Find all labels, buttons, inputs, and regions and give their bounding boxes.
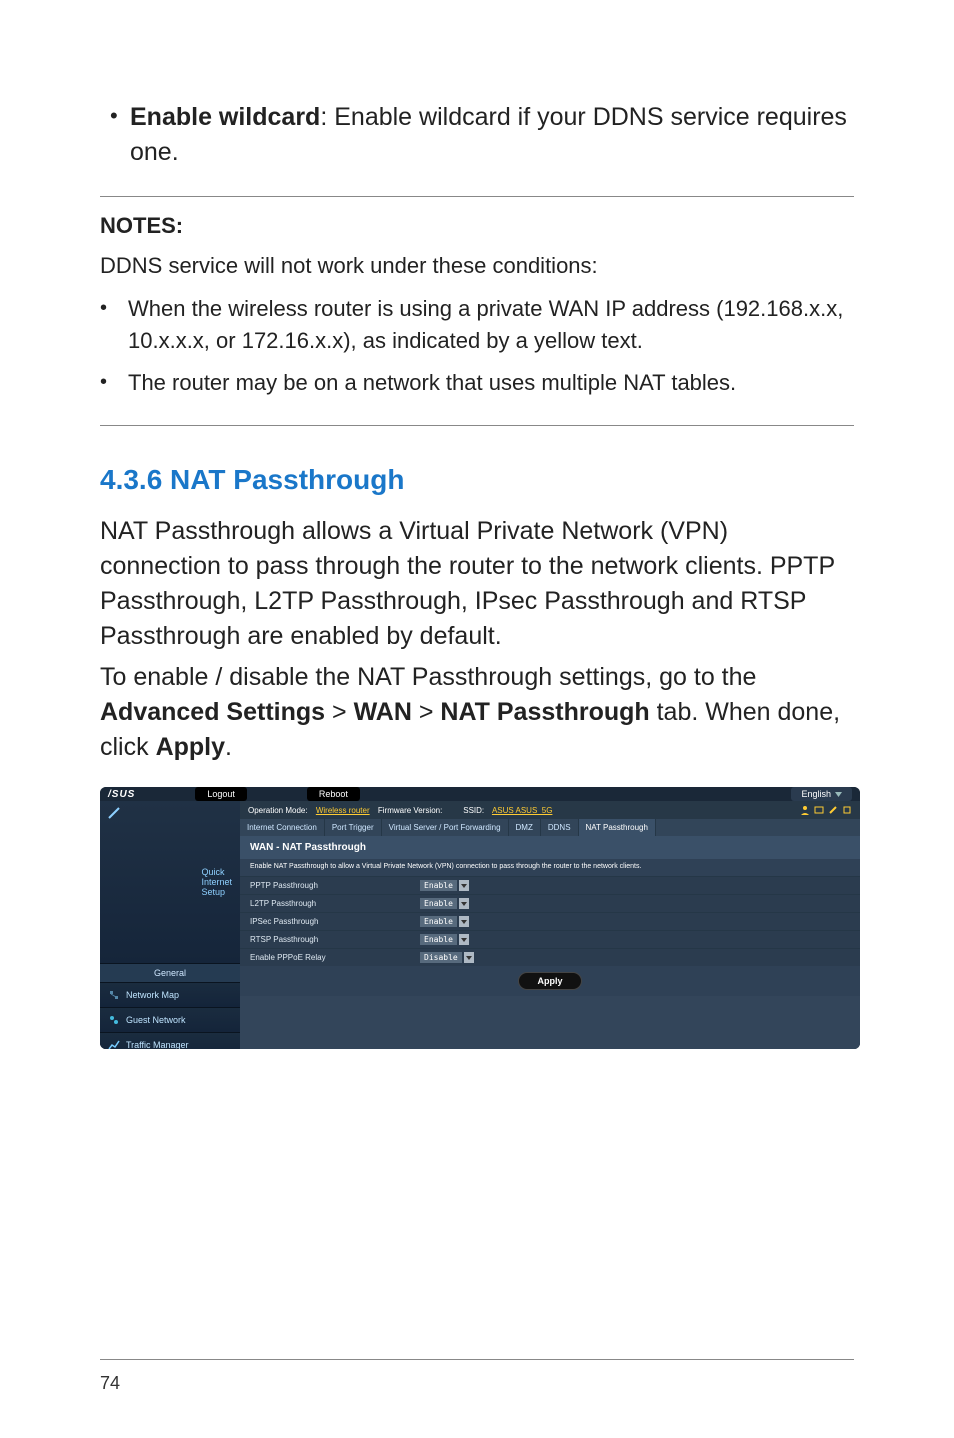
sidebar: Quick Internet Setup General Network Map… (100, 801, 240, 1049)
footer-rule (100, 1359, 854, 1360)
device-icon[interactable] (842, 805, 852, 815)
ipsec-select[interactable]: Enable (420, 916, 469, 927)
row-label: RTSP Passthrough (250, 935, 420, 944)
user-icon[interactable] (800, 805, 810, 815)
l2tp-select[interactable]: Enable (420, 898, 469, 909)
notes-box: NOTES: DDNS service will not work under … (100, 196, 854, 426)
reboot-button[interactable]: Reboot (307, 787, 360, 801)
page-number: 74 (100, 1373, 120, 1394)
notes-title: NOTES: (100, 213, 854, 239)
chevron-down-icon (459, 898, 469, 909)
paragraph-1: NAT Passthrough allows a Virtual Private… (100, 514, 854, 654)
chevron-down-icon (835, 792, 842, 797)
rtsp-select[interactable]: Enable (420, 934, 469, 945)
tab-port-trigger[interactable]: Port Trigger (325, 819, 382, 836)
row-l2tp: L2TP Passthrough Enable (240, 894, 860, 912)
tab-bar: Internet Connection Port Trigger Virtual… (240, 819, 860, 836)
chevron-down-icon (459, 934, 469, 945)
tab-ddns[interactable]: DDNS (541, 819, 579, 836)
chevron-down-icon (464, 952, 474, 963)
paragraph-2: To enable / disable the NAT Passthrough … (100, 660, 854, 765)
mail-icon[interactable] (814, 805, 824, 815)
router-screenshot: /SUS Logout Reboot English Quick Interne… (100, 787, 860, 1049)
sidebar-item-guest-network[interactable]: Guest Network (100, 1008, 240, 1033)
chevron-down-icon (459, 880, 469, 891)
intro-text: Enable wildcard: Enable wildcard if your… (130, 100, 854, 170)
asus-logo: /SUS (108, 789, 135, 800)
row-label: IPSec Passthrough (250, 917, 420, 926)
logout-button[interactable]: Logout (195, 787, 247, 801)
chevron-down-icon (459, 916, 469, 927)
wand-icon (108, 807, 195, 957)
notes-item-text: The router may be on a network that uses… (128, 367, 854, 399)
usb-status-icon[interactable] (828, 805, 838, 815)
top-bar: /SUS Logout Reboot English (100, 787, 860, 801)
info-row: Operation Mode: Wireless router Firmware… (240, 801, 860, 819)
sidebar-item-network-map[interactable]: Network Map (100, 983, 240, 1008)
sidebar-item-label: Traffic Manager (126, 1040, 189, 1049)
tab-virtual-server[interactable]: Virtual Server / Port Forwarding (382, 819, 509, 836)
notes-sub: DDNS service will not work under these c… (100, 253, 854, 279)
tab-dmz[interactable]: DMZ (509, 819, 541, 836)
row-label: PPTP Passthrough (250, 881, 420, 890)
bullet-dot: • (100, 100, 130, 132)
row-rtsp: RTSP Passthrough Enable (240, 930, 860, 948)
tab-internet-connection[interactable]: Internet Connection (240, 819, 325, 836)
notes-item-2: • The router may be on a network that us… (100, 367, 854, 399)
ssid-link[interactable]: ASUS ASUS_5G (492, 806, 552, 815)
row-pptp: PPTP Passthrough Enable (240, 876, 860, 894)
bullet-dot: • (100, 293, 128, 323)
network-map-icon (108, 989, 120, 1001)
row-label: Enable PPPoE Relay (250, 953, 420, 962)
notes-item-1: • When the wireless router is using a pr… (100, 293, 854, 357)
pptp-select[interactable]: Enable (420, 880, 469, 891)
bullet-dot: • (100, 367, 128, 397)
panel: WAN - NAT Passthrough Enable NAT Passthr… (240, 836, 860, 1049)
sidebar-quick-setup[interactable]: Quick Internet Setup (100, 801, 240, 964)
pppoe-relay-select[interactable]: Disable (420, 952, 474, 963)
row-label: L2TP Passthrough (250, 899, 420, 908)
row-pppoe-relay: Enable PPPoE Relay Disable (240, 948, 860, 966)
intro-term: Enable wildcard (130, 103, 320, 131)
row-ipsec: IPSec Passthrough Enable (240, 912, 860, 930)
sidebar-item-label: Guest Network (126, 1015, 186, 1025)
sidebar-general-header: General (100, 964, 240, 983)
apply-button[interactable]: Apply (518, 972, 581, 990)
panel-title: WAN - NAT Passthrough (240, 836, 860, 859)
notes-item-text: When the wireless router is using a priv… (128, 293, 854, 357)
section-title: 4.3.6 NAT Passthrough (100, 464, 854, 496)
panel-description: Enable NAT Passthrough to allow a Virtua… (240, 859, 860, 876)
sidebar-item-traffic-manager[interactable]: Traffic Manager (100, 1033, 240, 1049)
sidebar-item-label: Network Map (126, 990, 179, 1000)
op-mode-link[interactable]: Wireless router (316, 806, 370, 815)
main-panel: Operation Mode: Wireless router Firmware… (240, 801, 860, 1049)
intro-bullet: • Enable wildcard: Enable wildcard if yo… (100, 100, 854, 170)
tab-nat-passthrough[interactable]: NAT Passthrough (579, 819, 656, 836)
guest-network-icon (108, 1014, 120, 1026)
apply-row: Apply (240, 966, 860, 996)
language-select[interactable]: English (791, 787, 852, 801)
traffic-icon (108, 1039, 120, 1049)
